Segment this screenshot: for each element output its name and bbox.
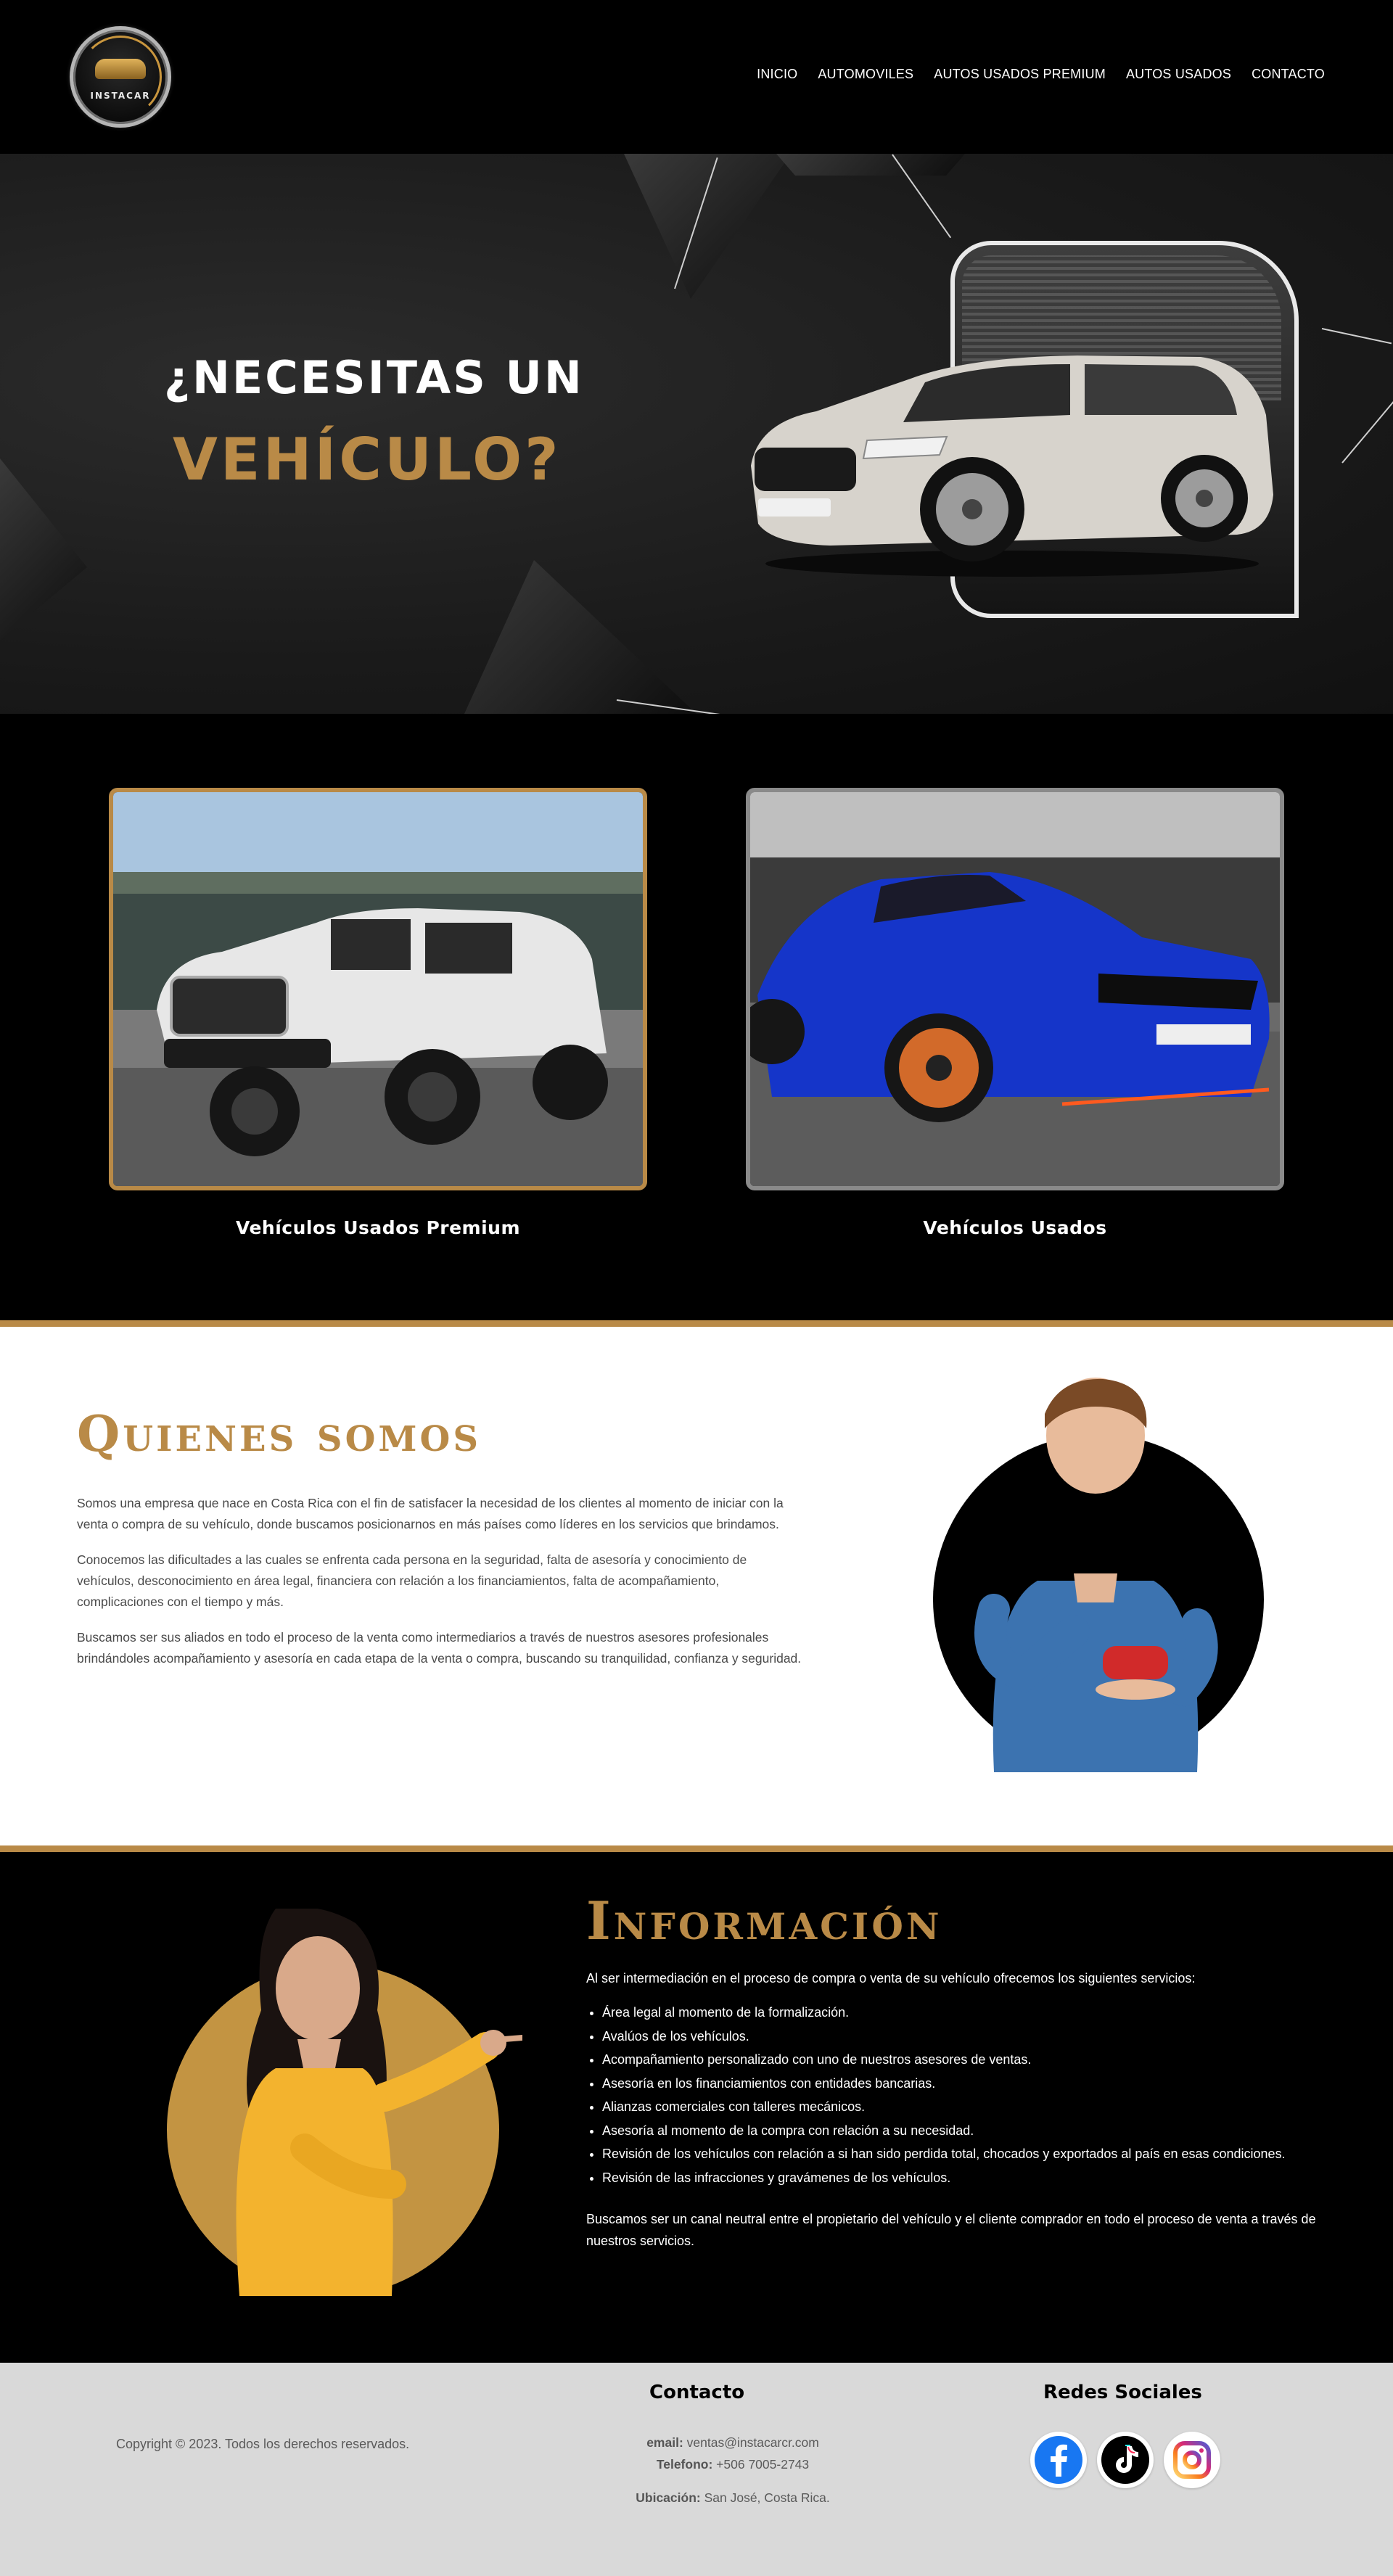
service-item: Área legal al momento de la formalizació…	[602, 2001, 1371, 2025]
nav-autos-usados-premium[interactable]: AUTOS USADOS PREMIUM	[934, 67, 1106, 82]
woman-pointing-image	[236, 1909, 522, 2296]
site-header: INSTACAR INICIO AUTOMOVILES AUTOS USADOS…	[0, 0, 1393, 154]
about-section: Quienes somos Somos una empresa que nace…	[0, 1320, 1393, 1852]
page: INSTACAR INICIO AUTOMOVILES AUTOS USADOS…	[0, 0, 1393, 2576]
hero-title-highlight: VEHÍCULO?	[173, 426, 562, 493]
white-suv-image	[751, 355, 1273, 577]
nav-inicio[interactable]: INICIO	[757, 67, 797, 82]
used-vehicles-label[interactable]: Vehículos Usados	[746, 1217, 1284, 1238]
service-item: Asesoría al momento de la compra con rel…	[602, 2119, 1371, 2143]
service-item: Acompañamiento personalizado con uno de …	[602, 2048, 1371, 2072]
man-holding-car-image	[974, 1378, 1218, 1772]
instagram-icon[interactable]	[1164, 2432, 1220, 2488]
copyright: Copyright © 2023. Todos los derechos res…	[116, 2437, 410, 2451]
hero-banner: ¿NECESITAS UN VEHÍCULO?	[0, 154, 1393, 714]
email-label: email:	[646, 2435, 683, 2450]
used-vehicles-card[interactable]	[746, 788, 1284, 1190]
contact-email: email: ventas@instacarcr.com	[551, 2435, 914, 2451]
services-list: Área legal al momento de la formalizació…	[602, 2001, 1371, 2189]
hero-title: ¿NECESITAS UN	[164, 351, 584, 404]
about-title: Quienes somos	[77, 1405, 482, 1463]
info-section: Información Al ser intermediación en el …	[0, 1852, 1393, 2363]
decorative-line	[1321, 328, 1392, 345]
location-label: Ubicación:	[636, 2490, 701, 2505]
main-nav: INICIO AUTOMOVILES AUTOS USADOS PREMIUM …	[757, 67, 1325, 82]
social-title: Redes Sociales	[1043, 2382, 1202, 2403]
about-text: Somos una empresa que nace en Costa Rica…	[77, 1493, 802, 1684]
contact-title: Contacto	[649, 2382, 745, 2403]
decorative-shard	[776, 154, 965, 176]
logo-car-icon	[95, 59, 146, 79]
contact-location: Ubicación: San José, Costa Rica.	[551, 2490, 914, 2506]
phone-label: Telefono:	[656, 2457, 713, 2472]
service-item: Alianzas comerciales con talleres mecáni…	[602, 2095, 1371, 2119]
blue-sports-car-image	[750, 792, 1280, 1186]
tiktok-icon[interactable]	[1097, 2432, 1154, 2488]
decorative-shard	[464, 560, 696, 714]
location-value: San José, Costa Rica.	[704, 2490, 830, 2505]
vehicle-categories: Vehículos Usados Premium Vehículos Usado…	[0, 714, 1393, 1320]
info-lead: Al ser intermediación en el proceso de c…	[586, 1971, 1196, 1986]
logo-text: INSTACAR	[90, 91, 151, 101]
contact-phone: Telefono: +506 7005-2743	[551, 2457, 914, 2472]
service-item: Asesoría en los financiamientos con enti…	[602, 2072, 1371, 2096]
decorative-line	[1341, 401, 1393, 464]
email-link[interactable]: ventas@instacarcr.com	[687, 2435, 819, 2450]
hero-car-frame	[715, 241, 1317, 633]
site-footer: Copyright © 2023. Todos los derechos res…	[0, 2363, 1393, 2576]
premium-vehicles-card[interactable]: Vehículos Usados Premium	[109, 788, 647, 1190]
info-title: Información	[586, 1890, 942, 1951]
nav-autos-usados[interactable]: AUTOS USADOS	[1126, 67, 1231, 82]
phone-link[interactable]: +506 7005-2743	[716, 2457, 809, 2472]
service-item: Avalúos de los vehículos.	[602, 2025, 1371, 2049]
about-paragraph: Somos una empresa que nace en Costa Rica…	[77, 1496, 784, 1531]
nav-automoviles[interactable]: AUTOMOVILES	[818, 67, 913, 82]
facebook-icon[interactable]	[1030, 2432, 1087, 2488]
about-paragraph: Conocemos las dificultades a las cuales …	[77, 1552, 747, 1609]
nav-contacto[interactable]: CONTACTO	[1252, 67, 1325, 82]
instacar-logo[interactable]: INSTACAR	[70, 26, 171, 128]
info-closing: Buscamos ser un canal neutral entre el p…	[586, 2212, 1316, 2248]
service-item: Revisión de los vehículos con relación a…	[602, 2142, 1371, 2166]
premium-vehicles-label[interactable]: Vehículos Usados Premium	[109, 1217, 647, 1238]
white-pickup-image	[113, 792, 643, 1186]
decorative-shard	[0, 458, 87, 640]
service-item: Revisión de las infracciones y gravámene…	[602, 2166, 1371, 2190]
about-paragraph: Buscamos ser sus aliados en todo el proc…	[77, 1630, 802, 1666]
